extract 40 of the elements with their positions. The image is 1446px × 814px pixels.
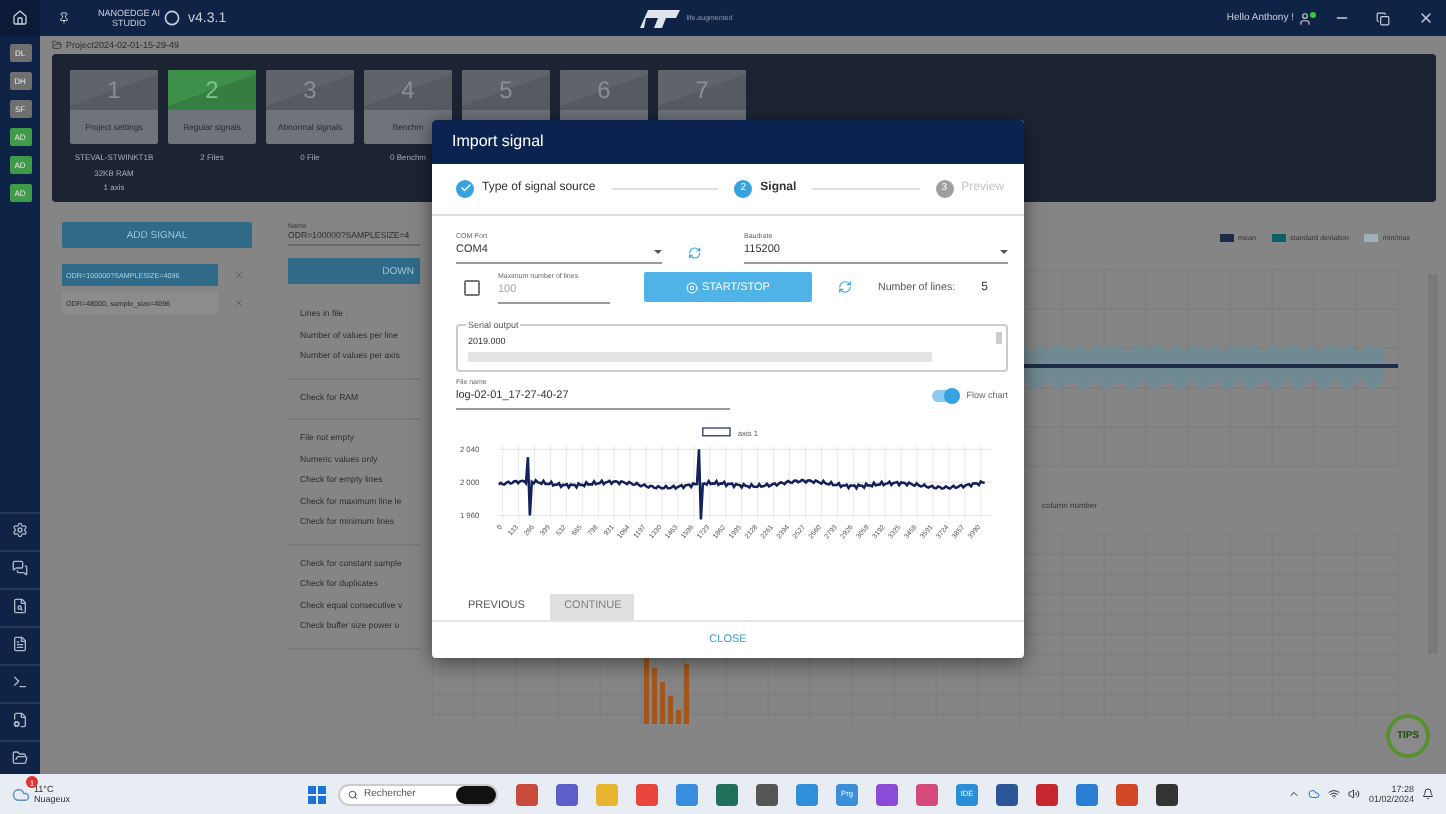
histogram-bar — [660, 682, 665, 724]
windows-logo-icon[interactable] — [308, 785, 326, 803]
histogram-bar — [676, 710, 681, 724]
app-icon[interactable] — [556, 783, 578, 805]
refresh-icon[interactable] — [688, 245, 702, 260]
flow-chart-toggle[interactable] — [932, 389, 961, 402]
user-icon[interactable] — [1298, 11, 1312, 25]
close-icon[interactable] — [1417, 10, 1433, 26]
app-icon[interactable] — [716, 783, 738, 805]
refresh-icon[interactable] — [838, 280, 852, 295]
histogram-bar — [684, 664, 689, 724]
pin-icon[interactable] — [58, 12, 70, 24]
file-search-icon[interactable] — [12, 598, 28, 614]
wifi-icon[interactable] — [1328, 788, 1341, 800]
home-icon[interactable] — [12, 10, 28, 26]
app-icon[interactable] — [1036, 783, 1058, 805]
cloud-icon[interactable] — [1308, 788, 1321, 800]
scrollbar[interactable] — [996, 331, 1002, 344]
bell-icon[interactable] — [1422, 788, 1434, 800]
cloud-icon[interactable] — [12, 785, 30, 803]
histogram-bar — [668, 696, 673, 724]
folder-icon — [52, 40, 62, 50]
circle-logo-icon — [164, 10, 181, 26]
folder-icon[interactable] — [12, 750, 28, 766]
settings-icon[interactable] — [12, 522, 28, 538]
legend-swatch — [702, 427, 731, 437]
logo-icon — [640, 9, 681, 27]
restore-icon[interactable] — [1376, 11, 1390, 25]
terminal-icon[interactable] — [12, 674, 28, 690]
app-icon[interactable] — [756, 783, 778, 805]
app-icon[interactable] — [996, 783, 1018, 805]
histogram-bar — [652, 668, 657, 724]
chevron-up-icon[interactable] — [1288, 788, 1301, 800]
app-icon[interactable] — [1156, 783, 1178, 805]
document-icon[interactable] — [12, 636, 28, 652]
search-icon — [348, 789, 358, 799]
histogram-bar — [644, 654, 649, 724]
chat-icon[interactable] — [12, 560, 28, 576]
file-gear-icon[interactable] — [12, 712, 28, 728]
volume-icon[interactable] — [1348, 788, 1361, 800]
